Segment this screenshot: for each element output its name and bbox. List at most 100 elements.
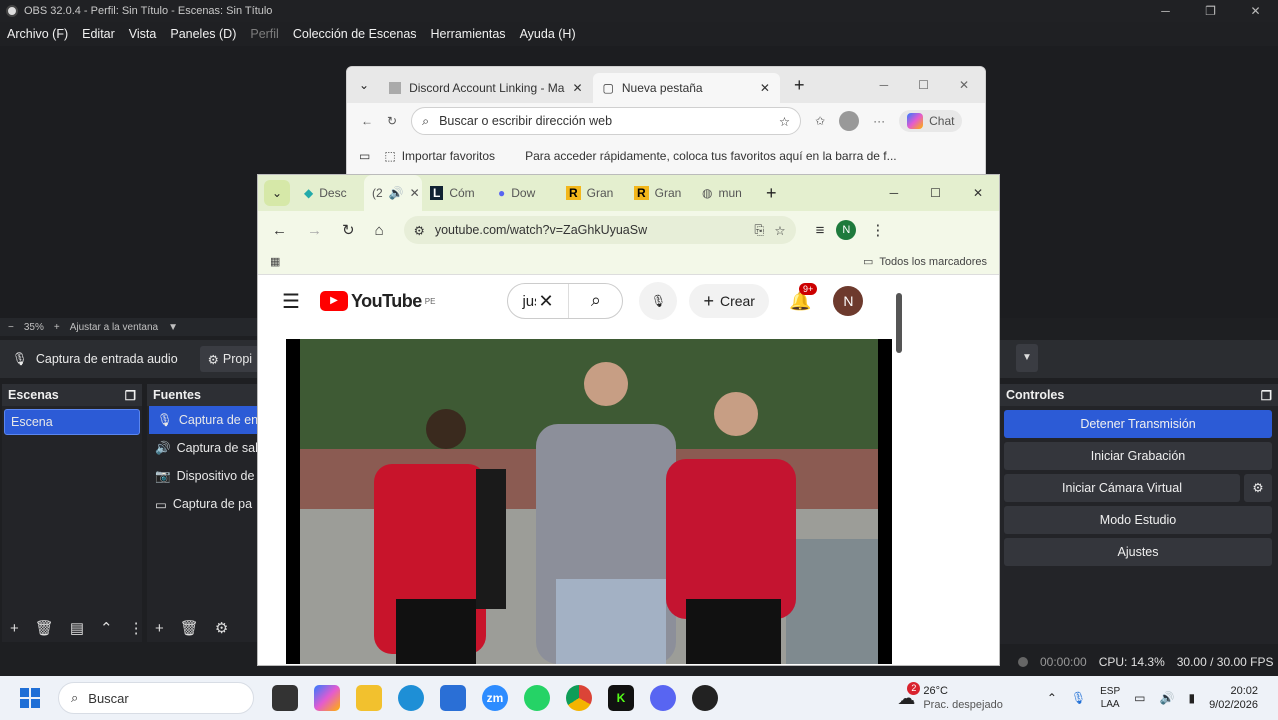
- install-icon[interactable]: ⎘: [754, 223, 764, 238]
- chevron-up-icon[interactable]: ⌃: [1047, 691, 1057, 705]
- close-icon[interactable]: ✕: [973, 186, 983, 200]
- all-bookmarks-button[interactable]: ▭ Todos los marcadores: [863, 255, 987, 269]
- chevron-down-icon[interactable]: ▼: [1016, 344, 1038, 372]
- scene-item[interactable]: Escena: [4, 409, 140, 435]
- network-icon[interactable]: ▭: [1134, 691, 1145, 705]
- youtube-search-input[interactable]: jus: [508, 293, 536, 310]
- menu-paneles[interactable]: Paneles (D): [163, 27, 243, 41]
- volume-icon[interactable]: 🔊: [1160, 691, 1175, 705]
- kick-icon[interactable]: K: [608, 685, 634, 711]
- maximize-icon[interactable]: ☐: [930, 186, 941, 200]
- chrome-tab[interactable]: L Cóm: [422, 175, 490, 211]
- refresh-icon[interactable]: ↻: [342, 221, 355, 239]
- new-tab-icon[interactable]: +: [794, 75, 805, 96]
- zoom-in-icon[interactable]: +: [54, 322, 60, 333]
- youtube-video-player[interactable]: [286, 339, 892, 664]
- undock-icon[interactable]: ❐: [125, 388, 136, 403]
- chevron-down-icon[interactable]: ⌄: [359, 78, 369, 92]
- task-view-icon[interactable]: [272, 685, 298, 711]
- zoom-icon[interactable]: zm: [482, 685, 508, 711]
- media-icon[interactable]: ≡: [816, 222, 825, 239]
- apps-grid-icon[interactable]: ▦: [270, 255, 280, 268]
- chrome-tab[interactable]: ◆ Desc: [296, 175, 364, 211]
- whatsapp-icon[interactable]: [524, 685, 550, 711]
- chrome-tab[interactable]: ◍ mun: [694, 175, 762, 211]
- add-icon[interactable]: +: [10, 620, 19, 637]
- search-icon[interactable]: ⌕: [568, 284, 622, 318]
- chevron-down-icon[interactable]: ⌄: [264, 180, 290, 206]
- source-item[interactable]: 🎙 Captura de ent: [149, 406, 257, 434]
- source-item[interactable]: ▭ Captura de pa: [147, 490, 259, 518]
- close-icon[interactable]: ✕: [959, 78, 969, 92]
- more-icon[interactable]: ···: [873, 114, 885, 128]
- close-icon[interactable]: ✕: [410, 186, 420, 200]
- filter-icon[interactable]: ▤: [70, 619, 84, 637]
- menu-editar[interactable]: Editar: [75, 27, 122, 41]
- minimize-icon[interactable]: ─: [1143, 0, 1188, 22]
- studio-mode-button[interactable]: Modo Estudio: [1004, 506, 1272, 534]
- gear-icon[interactable]: ⚙: [1244, 474, 1272, 502]
- refresh-icon[interactable]: ↻: [387, 114, 397, 128]
- windows-start-icon[interactable]: [20, 688, 40, 708]
- chrome-tab[interactable]: ● Dow: [490, 175, 558, 211]
- chrome-tab[interactable]: R Gran: [626, 175, 694, 211]
- close-icon[interactable]: ✕: [760, 81, 770, 95]
- minimize-icon[interactable]: ─: [880, 78, 889, 92]
- hamburger-icon[interactable]: ☰: [282, 289, 300, 314]
- forward-icon[interactable]: →: [307, 222, 322, 239]
- menu-vista[interactable]: Vista: [122, 27, 164, 41]
- edge-icon[interactable]: [398, 685, 424, 711]
- edge-address-bar[interactable]: ⌕ Buscar o escribir dirección web ☆: [411, 107, 802, 135]
- chrome-omnibox[interactable]: ⚙ youtube.com/watch?v=ZaGhkUyuaSw ⎘ ☆: [403, 216, 796, 244]
- source-item[interactable]: 📷 Dispositivo de: [147, 462, 259, 490]
- back-icon[interactable]: ←: [272, 222, 287, 239]
- language-indicator[interactable]: ESP LAA: [1100, 685, 1120, 711]
- import-favorites-button[interactable]: ⬚ Importar favoritos: [384, 149, 495, 163]
- youtube-logo[interactable]: ▶ YouTube PE: [319, 291, 435, 312]
- settings-button[interactable]: Ajustes: [1004, 538, 1272, 566]
- zoom-out-icon[interactable]: −: [8, 322, 14, 333]
- close-icon[interactable]: ✕: [1233, 0, 1278, 22]
- trash-icon[interactable]: 🗑: [180, 619, 199, 637]
- back-icon[interactable]: ←: [361, 114, 373, 128]
- weather-widget[interactable]: ☁ 2 26°C Prac. despejado: [897, 681, 1003, 712]
- star-icon[interactable]: ☆: [774, 223, 785, 238]
- taskbar-search[interactable]: ⌕ Buscar: [58, 682, 254, 714]
- more-icon[interactable]: ⋮: [870, 221, 885, 239]
- chevron-up-icon[interactable]: ⌃: [100, 619, 113, 637]
- create-button[interactable]: + Crear: [689, 284, 769, 318]
- source-item[interactable]: 🔊 Captura de sal: [147, 434, 259, 462]
- new-tab-icon[interactable]: +: [766, 183, 777, 204]
- more-icon[interactable]: ⋮: [129, 619, 144, 637]
- minimize-icon[interactable]: ─: [890, 186, 899, 200]
- youtube-search-box[interactable]: jus ✕ ⌕: [507, 283, 624, 319]
- menu-ayuda[interactable]: Ayuda (H): [513, 27, 583, 41]
- youtube-avatar[interactable]: N: [833, 286, 864, 316]
- start-record-button[interactable]: Iniciar Grabación: [1004, 442, 1272, 470]
- star-icon[interactable]: ☆: [779, 114, 790, 129]
- discord-icon[interactable]: [650, 685, 676, 711]
- microphone-icon[interactable]: 🎙: [639, 282, 678, 320]
- maximize-icon[interactable]: ☐: [918, 78, 929, 92]
- close-icon[interactable]: ✕: [572, 81, 582, 95]
- clock[interactable]: 20:02 9/02/2026: [1209, 684, 1258, 712]
- microphone-icon[interactable]: 🎙: [1071, 691, 1086, 705]
- menu-archivo[interactable]: Archivo (F): [0, 27, 75, 41]
- obs-icon[interactable]: [692, 685, 718, 711]
- menu-herramientas[interactable]: Herramientas: [424, 27, 513, 41]
- profile-avatar[interactable]: N: [836, 220, 857, 240]
- trash-icon[interactable]: 🗑: [35, 619, 54, 637]
- copilot-chat-button[interactable]: Chat: [899, 110, 963, 132]
- chrome-tab-active[interactable]: (2 🔊 ✕: [364, 175, 422, 211]
- menu-perfil[interactable]: Perfil: [243, 27, 285, 41]
- edge-tab-discord[interactable]: Discord Account Linking - Ma ✕: [379, 73, 592, 103]
- favorites-icon[interactable]: ✩: [815, 114, 825, 128]
- menu-coleccion[interactable]: Colección de Escenas: [286, 27, 424, 41]
- virtual-cam-button[interactable]: Iniciar Cámara Virtual: [1004, 474, 1240, 502]
- scrollbar[interactable]: [896, 293, 902, 353]
- chrome-tab[interactable]: R Gran: [558, 175, 626, 211]
- edge-tab-new[interactable]: ▢ Nueva pestaña ✕: [592, 73, 780, 103]
- notifications-button[interactable]: 🔔 9+: [789, 282, 818, 312]
- home-icon[interactable]: ⌂: [375, 222, 384, 239]
- collections-icon[interactable]: ▭: [359, 149, 370, 163]
